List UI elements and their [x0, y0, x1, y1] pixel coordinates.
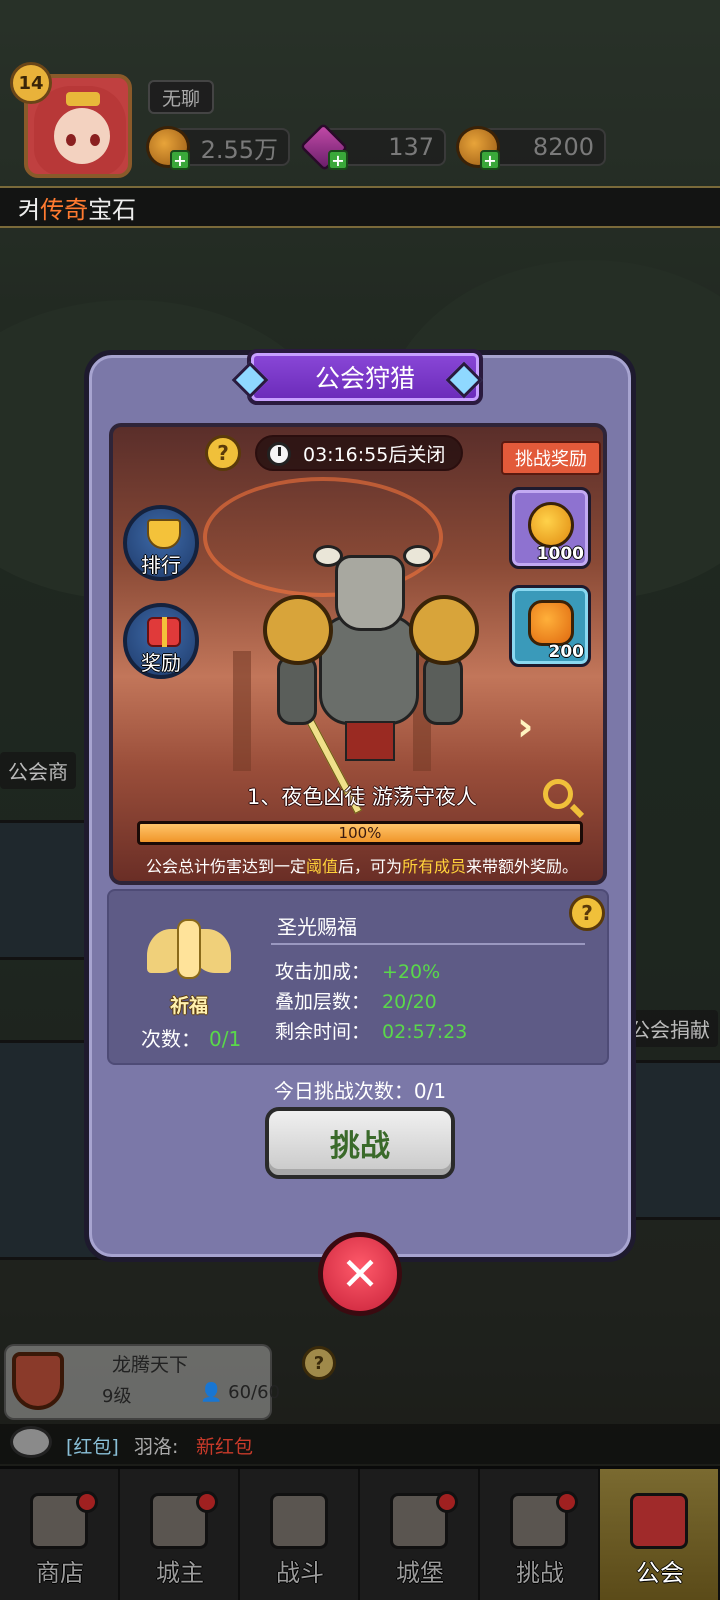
- blessing-emblem-icon[interactable]: [147, 919, 231, 989]
- blessing-divider: [271, 943, 585, 945]
- reward-slot-coin[interactable]: 200: [509, 585, 591, 667]
- guild-level: 9级: [102, 1386, 132, 1407]
- crossed-swords-icon: [270, 1493, 328, 1549]
- boss-name: 1、夜色凶徒 游荡守夜人: [246, 785, 478, 809]
- add-gem-button[interactable]: +: [328, 150, 348, 170]
- close-icon[interactable]: ✕: [318, 1232, 402, 1316]
- notification-dot: [436, 1491, 458, 1513]
- blessing-name: 圣光赐福: [277, 915, 357, 939]
- challenge-button[interactable]: 挑战: [265, 1107, 455, 1179]
- nav-label: 公会: [636, 1559, 684, 1587]
- blessing-panel: 祈福 次数： 0/1 圣光赐福 ? 攻击加成： +20% 叠加层数： 20/20 剩余…: [107, 889, 609, 1065]
- reward-button[interactable]: 奖励: [123, 603, 199, 679]
- stat-stack-layers: 叠加层数： 20/20: [275, 991, 437, 1013]
- reward-header: 挑战奖励: [501, 441, 601, 475]
- guild-name: 龙腾天下: [112, 1354, 189, 1376]
- boss-character: [263, 545, 479, 815]
- ticker-text: 宝石: [88, 195, 137, 224]
- next-boss-arrow-icon[interactable]: ›: [517, 707, 547, 747]
- reward-slot-medal[interactable]: 1000: [509, 487, 591, 569]
- notification-dot: [76, 1491, 98, 1513]
- today-attempts: 今日挑战次数：0/1: [273, 1079, 447, 1103]
- reward-amount: 200: [548, 642, 585, 662]
- chat-tag: [红包]: [66, 1436, 119, 1458]
- blessing-badge: 祈福: [169, 995, 208, 1017]
- ticker-prefix: 켜: [18, 195, 41, 224]
- rank-button[interactable]: 排行: [123, 505, 199, 581]
- star-medal-icon: [528, 502, 574, 548]
- magnifier-icon[interactable]: [543, 779, 573, 809]
- damage-progress-bar: 100%: [137, 821, 583, 845]
- guild-banner-icon: [630, 1493, 688, 1549]
- bottom-nav: 商店 城主 战斗 城堡 挑战 公会: [0, 1466, 720, 1600]
- add-gold-button[interactable]: +: [170, 150, 190, 170]
- trophy-icon: [147, 519, 181, 549]
- rank-label: 排行: [141, 553, 181, 577]
- timer-text: 03:16:55后关闭: [303, 443, 446, 466]
- nav-challenge[interactable]: 挑战: [480, 1469, 600, 1600]
- gold-hex-coin-icon: [528, 600, 574, 646]
- guild-hunt-modal: 公会狩猎 ? 03:16:55后关闭 挑战奖励 1000 200 › 排行 奖励: [84, 349, 636, 1262]
- nav-label: 城堡: [396, 1559, 444, 1587]
- guild-members: 👤 60/60: [200, 1382, 281, 1403]
- chat-user: 羽洛:: [134, 1436, 179, 1458]
- nav-castle[interactable]: 城堡: [360, 1469, 480, 1600]
- chat-bubble-icon[interactable]: [10, 1426, 52, 1458]
- notification-dot: [196, 1491, 218, 1513]
- level-badge: 14: [10, 62, 52, 104]
- nav-label: 战斗: [276, 1559, 324, 1587]
- guild-help-icon[interactable]: ?: [302, 1346, 336, 1380]
- guild-shop-tag: 公会商: [0, 752, 76, 789]
- guild-shield-icon: [12, 1352, 64, 1410]
- progress-label: 100%: [338, 824, 382, 842]
- help-icon[interactable]: ?: [205, 435, 241, 471]
- boss-panel: ? 03:16:55后关闭 挑战奖励 1000 200 › 排行 奖励 1、夜色…: [109, 423, 607, 885]
- guild-donate-tag: 公会捐献: [622, 1010, 718, 1047]
- chat-message[interactable]: 新红包: [196, 1432, 253, 1459]
- close-timer: 03:16:55后关闭: [255, 435, 463, 471]
- blessing-help-icon[interactable]: ?: [569, 895, 605, 931]
- hunt-description: 公会总计伤害达到一定阈值后，可为所有成员来带额外奖励。: [145, 857, 579, 876]
- nav-shop[interactable]: 商店: [0, 1469, 120, 1600]
- nav-lord[interactable]: 城主: [120, 1469, 240, 1600]
- gift-icon: [147, 617, 181, 647]
- nav-label: 城主: [156, 1559, 204, 1587]
- nav-label: 商店: [36, 1559, 84, 1587]
- member-icon: 👤: [200, 1382, 223, 1403]
- reward-amount: 1000: [536, 544, 584, 564]
- stat-attack-bonus: 攻击加成： +20%: [275, 961, 441, 983]
- reward-label: 奖励: [141, 651, 181, 675]
- nav-guild[interactable]: 公会: [600, 1469, 720, 1600]
- notification-dot: [556, 1491, 578, 1513]
- ticker-highlight: 传奇: [40, 195, 89, 224]
- blessing-count: 次数： 0/1: [141, 1027, 242, 1051]
- add-star-coin-button[interactable]: +: [480, 150, 500, 170]
- nav-label: 挑战: [516, 1559, 564, 1587]
- player-name[interactable]: 无聊: [148, 80, 214, 114]
- stat-remaining-time: 剩余时间： 02:57:23: [275, 1021, 468, 1043]
- announcement-ticker: 켜 传奇 宝石: [0, 186, 720, 228]
- clock-icon: [267, 442, 291, 466]
- nav-battle[interactable]: 战斗: [240, 1469, 360, 1600]
